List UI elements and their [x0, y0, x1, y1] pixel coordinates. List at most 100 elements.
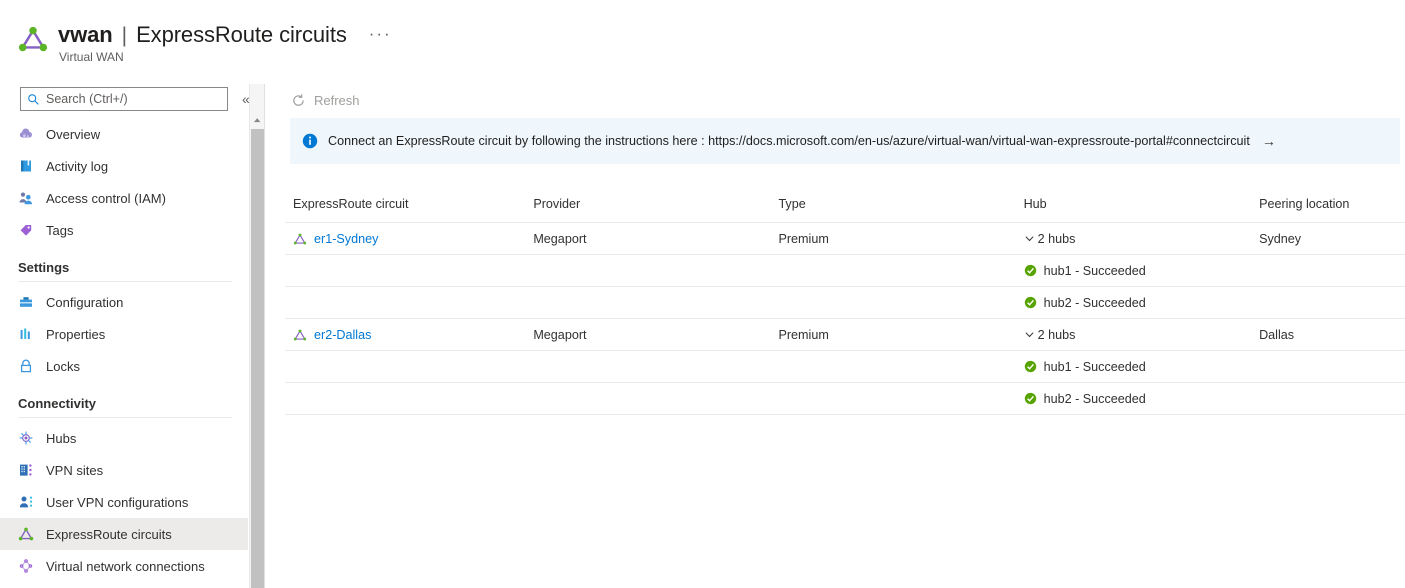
sidebar-scrollbar[interactable]: [249, 84, 265, 588]
column-header-peering-location[interactable]: Peering location: [1251, 197, 1405, 211]
hub-status-label: hub2 - Succeeded: [1044, 392, 1146, 406]
sidebar-item-access-control[interactable]: Access control (IAM): [0, 182, 248, 214]
book-icon: [18, 158, 34, 174]
hub-status-label: hub2 - Succeeded: [1044, 296, 1146, 310]
search-input[interactable]: [46, 92, 221, 106]
success-check-icon: [1024, 296, 1037, 309]
circuit-link[interactable]: er2-Dallas: [314, 328, 371, 342]
user-vpn-icon: [18, 494, 34, 510]
cell-hub[interactable]: 2 hubs: [1016, 232, 1252, 246]
people-icon: [18, 190, 34, 206]
sidebar-item-label: Properties: [46, 327, 105, 342]
lock-icon: [18, 358, 34, 374]
chevron-down-icon[interactable]: [1024, 233, 1035, 244]
sidebar-item-locks[interactable]: Locks: [0, 350, 248, 382]
cell-hub[interactable]: 2 hubs: [1016, 328, 1252, 342]
sidebar-nav-list: Overview Activity log: [0, 118, 248, 582]
sidebar-item-label: Virtual network connections: [46, 559, 205, 574]
azure-portal-page: vwan | ExpressRoute circuits ··· Virtual…: [0, 0, 1405, 588]
hub-status-label: hub1 - Succeeded: [1044, 360, 1146, 374]
scrollbar-thumb[interactable]: [251, 129, 265, 588]
resource-type-subtitle: Virtual WAN: [59, 50, 392, 64]
hub-network-icon: [18, 430, 34, 446]
search-icon: [27, 93, 40, 106]
sidebar-group-settings: Settings: [0, 246, 248, 279]
sidebar-divider: [18, 417, 232, 418]
sidebar-item-label: Activity log: [46, 159, 108, 174]
cloud-icon: [18, 126, 34, 142]
building-icon: [18, 462, 34, 478]
success-check-icon: [1024, 360, 1037, 373]
sidebar-item-label: ExpressRoute circuits: [46, 527, 172, 542]
circuit-link[interactable]: er1-Sydney: [314, 232, 378, 246]
cell-circuit: er2-Dallas: [285, 328, 525, 342]
column-header-provider[interactable]: Provider: [525, 197, 770, 211]
bars-icon: [18, 326, 34, 342]
column-header-type[interactable]: Type: [770, 197, 1015, 211]
virtual-wan-icon: [18, 24, 48, 54]
sidebar-item-label: Access control (IAM): [46, 191, 166, 206]
cell-provider: Megaport: [525, 328, 770, 342]
cell-peering-location: Sydney: [1251, 232, 1405, 246]
sidebar-item-user-vpn-configurations[interactable]: User VPN configurations: [0, 486, 248, 518]
table-row[interactable]: er1-Sydney Megaport Premium 2 hubs Sydne…: [285, 223, 1405, 255]
sidebar-divider-vertical: [264, 84, 265, 588]
expressroute-icon: [293, 232, 307, 246]
column-header-circuit[interactable]: ExpressRoute circuit: [285, 197, 525, 211]
cell-peering-location: Dallas: [1251, 328, 1405, 342]
sidebar-item-label: Locks: [46, 359, 80, 374]
refresh-label: Refresh: [314, 93, 360, 108]
hub-count-label: 2 hubs: [1038, 328, 1076, 342]
info-icon: [302, 133, 318, 149]
cell-type: Premium: [770, 232, 1015, 246]
page-title-text: ExpressRoute circuits: [136, 22, 347, 48]
column-header-hub[interactable]: Hub: [1016, 197, 1252, 211]
cell-hub-status: hub1 - Succeeded: [1016, 360, 1252, 374]
info-banner-text: Connect an ExpressRoute circuit by follo…: [328, 134, 1250, 148]
title-separator: |: [122, 24, 127, 48]
tag-icon: [18, 222, 34, 238]
expressroute-icon: [18, 526, 34, 542]
cell-hub-status: hub2 - Succeeded: [1016, 296, 1252, 310]
sidebar-item-virtual-network-connections[interactable]: Virtual network connections: [0, 550, 248, 582]
command-bar: Refresh: [285, 84, 366, 116]
sidebar-item-overview[interactable]: Overview: [0, 118, 248, 150]
table-row[interactable]: er2-Dallas Megaport Premium 2 hubs Dalla…: [285, 319, 1405, 351]
sidebar-item-label: Hubs: [46, 431, 76, 446]
sidebar-group-connectivity: Connectivity: [0, 382, 248, 415]
hub-status-label: hub1 - Succeeded: [1044, 264, 1146, 278]
expressroute-icon: [293, 328, 307, 342]
sidebar-item-label: VPN sites: [46, 463, 103, 478]
sidebar-item-expressroute-circuits[interactable]: ExpressRoute circuits: [0, 518, 248, 550]
cell-circuit: er1-Sydney: [285, 232, 525, 246]
sidebar: « Overview: [0, 84, 248, 588]
page-title: vwan | ExpressRoute circuits ···: [58, 22, 392, 48]
cell-provider: Megaport: [525, 232, 770, 246]
cell-type: Premium: [770, 328, 1015, 342]
success-check-icon: [1024, 264, 1037, 277]
sidebar-item-activity-log[interactable]: Activity log: [0, 150, 248, 182]
sidebar-item-label: Overview: [46, 127, 100, 142]
sidebar-item-vpn-sites[interactable]: VPN sites: [0, 454, 248, 486]
more-menu-button[interactable]: ···: [369, 24, 392, 44]
chevron-down-icon[interactable]: [1024, 329, 1035, 340]
vnet-connection-icon: [18, 558, 34, 574]
search-box[interactable]: [20, 87, 228, 111]
sidebar-item-hubs[interactable]: Hubs: [0, 422, 248, 454]
success-check-icon: [1024, 392, 1037, 405]
table-header-row: ExpressRoute circuit Provider Type Hub P…: [285, 186, 1405, 223]
cell-hub-status: hub2 - Succeeded: [1016, 392, 1252, 406]
sidebar-item-configuration[interactable]: Configuration: [0, 286, 248, 318]
sidebar-item-label: User VPN configurations: [46, 495, 188, 510]
sidebar-item-tags[interactable]: Tags: [0, 214, 248, 246]
table-subrow: hub1 - Succeeded: [285, 351, 1405, 383]
resource-name: vwan: [58, 22, 113, 48]
table-subrow: hub2 - Succeeded: [285, 383, 1405, 415]
refresh-button[interactable]: Refresh: [285, 86, 366, 114]
toolbox-icon: [18, 294, 34, 310]
page-header: vwan | ExpressRoute circuits ··· Virtual…: [0, 0, 1405, 80]
arrow-right-icon[interactable]: →: [1262, 133, 1276, 149]
cell-hub-status: hub1 - Succeeded: [1016, 264, 1252, 278]
sidebar-item-properties[interactable]: Properties: [0, 318, 248, 350]
sidebar-item-label: Configuration: [46, 295, 123, 310]
